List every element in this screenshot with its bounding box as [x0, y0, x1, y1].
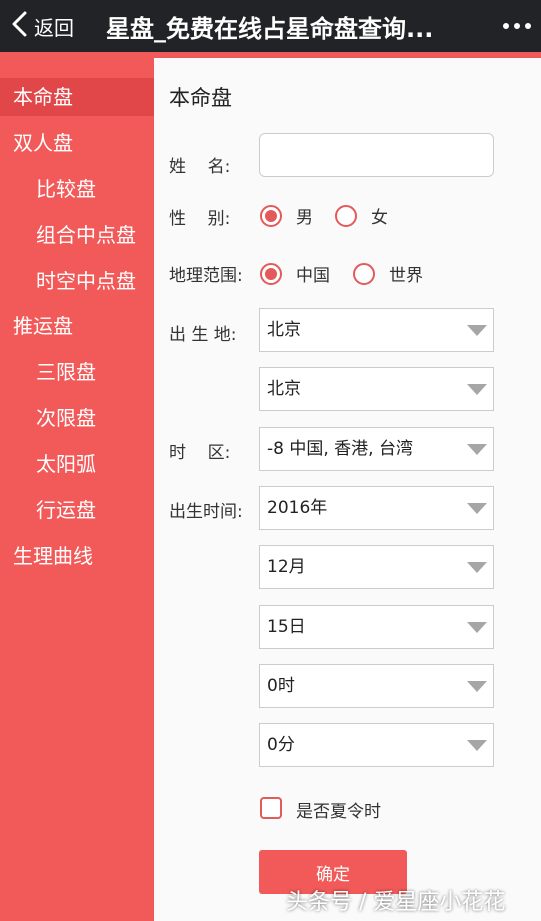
chevron-left-icon	[10, 11, 28, 41]
section-title: 本命盘	[169, 86, 232, 110]
gender-male-label: 男	[296, 208, 313, 228]
dst-checkbox[interactable]	[260, 797, 282, 819]
timezone-value: -8 中国, 香港, 台湾	[267, 439, 413, 459]
sidebar-item-synastry-charts[interactable]: 双人盘	[0, 124, 154, 162]
birthplace-label: 出 生 地:	[169, 325, 237, 345]
range-china-radio[interactable]: 中国	[260, 261, 330, 286]
birthtime-label: 出生时间:	[169, 502, 243, 522]
top-bar: 返回 星盘_免费在线占星命盘查询...	[0, 0, 541, 52]
hour-value: 0时	[267, 676, 295, 696]
dropdown-arrow-icon	[467, 444, 487, 455]
year-select[interactable]: 2016年	[259, 486, 494, 530]
hour-select[interactable]: 0时	[259, 664, 494, 708]
province-select[interactable]: 北京	[259, 308, 494, 352]
dropdown-arrow-icon	[467, 681, 487, 692]
day-select[interactable]: 15日	[259, 605, 494, 649]
province-value: 北京	[267, 320, 301, 340]
sidebar-item-transits[interactable]: 行运盘	[0, 491, 154, 529]
gender-male-radio[interactable]: 男	[260, 203, 313, 228]
timezone-label: 时 区:	[169, 443, 231, 463]
gender-female-label: 女	[371, 208, 388, 228]
sidebar-item-time-space-midpoint-chart[interactable]: 时空中点盘	[0, 262, 154, 300]
name-label: 姓 名:	[169, 157, 231, 177]
range-world-radio[interactable]: 世界	[353, 261, 423, 286]
more-menu-icon[interactable]	[503, 0, 531, 52]
day-value: 15日	[267, 617, 306, 637]
sidebar-item-natal-chart[interactable]: 本命盘	[0, 78, 154, 116]
main-form: 本命盘 姓 名: 性 别: 男 女 地理范围: 中国 世界 出 生 地: 北京 …	[154, 58, 541, 921]
watermark: 头条号 / 爱星座小花花	[286, 890, 506, 915]
dropdown-arrow-icon	[467, 384, 487, 395]
dropdown-arrow-icon	[467, 622, 487, 633]
minute-select[interactable]: 0分	[259, 723, 494, 767]
month-select[interactable]: 12月	[259, 545, 494, 589]
month-value: 12月	[267, 557, 306, 577]
sidebar-item-secondary-progression[interactable]: 次限盘	[0, 399, 154, 437]
gender-female-radio[interactable]: 女	[335, 203, 388, 228]
sidebar: 本命盘 双人盘 比较盘 组合中点盘 时空中点盘 推运盘 三限盘 次限盘 太阳弧 …	[0, 58, 154, 921]
back-button[interactable]: 返回	[0, 0, 100, 52]
back-label: 返回	[34, 15, 74, 40]
sidebar-item-biorhythm[interactable]: 生理曲线	[0, 537, 154, 575]
range-china-label: 中国	[296, 266, 330, 286]
sidebar-item-comparison-chart[interactable]: 比较盘	[0, 170, 154, 208]
city-value: 北京	[267, 379, 301, 399]
year-value: 2016年	[267, 498, 328, 518]
radio-checked-icon	[260, 204, 282, 227]
range-world-label: 世界	[389, 266, 423, 286]
radio-unchecked-icon	[353, 262, 375, 285]
name-input[interactable]	[259, 133, 494, 177]
dropdown-arrow-icon	[467, 740, 487, 751]
timezone-select[interactable]: -8 中国, 香港, 台湾	[259, 427, 494, 471]
dst-label: 是否夏令时	[296, 802, 381, 822]
dropdown-arrow-icon	[467, 325, 487, 336]
sidebar-item-tertiary-progression[interactable]: 三限盘	[0, 353, 154, 391]
dropdown-arrow-icon	[467, 503, 487, 514]
dropdown-arrow-icon	[467, 562, 487, 573]
radio-checked-icon	[260, 262, 282, 285]
radio-unchecked-icon	[335, 204, 357, 227]
sidebar-item-solar-arc[interactable]: 太阳弧	[0, 445, 154, 483]
minute-value: 0分	[267, 735, 295, 755]
page-title: 星盘_免费在线占星命盘查询...	[106, 14, 434, 43]
sidebar-item-composite-midpoint-chart[interactable]: 组合中点盘	[0, 216, 154, 254]
city-select[interactable]: 北京	[259, 367, 494, 411]
gender-label: 性 别:	[169, 209, 231, 229]
geo-range-label: 地理范围:	[169, 266, 243, 286]
sidebar-item-progressions[interactable]: 推运盘	[0, 307, 154, 345]
